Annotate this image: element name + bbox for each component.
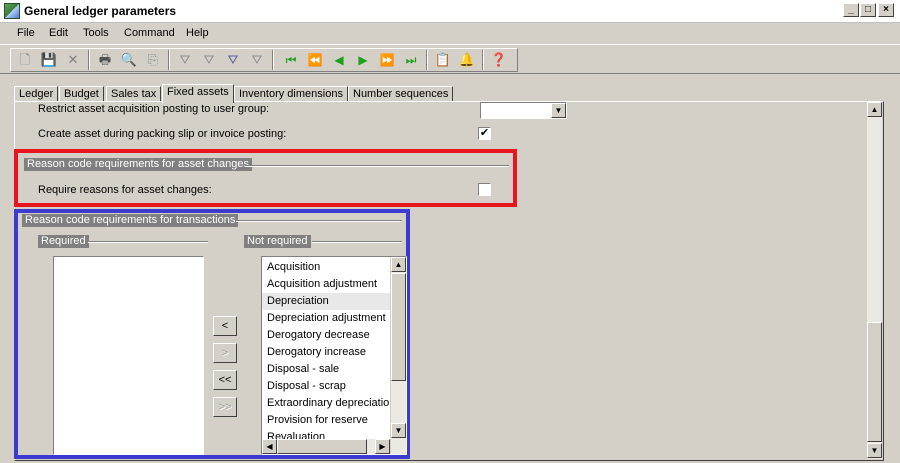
previous-page-icon[interactable]: ⏪ — [306, 51, 324, 69]
not-required-items: Acquisition Acquisition adjustment Depre… — [262, 259, 395, 446]
list-item[interactable]: Acquisition adjustment — [262, 276, 390, 293]
required-list-title: Required — [38, 235, 89, 248]
delete-icon[interactable]: ✕ — [64, 51, 82, 69]
menu-edit[interactable]: Edit — [49, 27, 68, 39]
toolbar-separator — [426, 50, 428, 70]
tab-inventory-dimensions[interactable]: Inventory dimensions — [234, 86, 348, 102]
minimize-button[interactable]: _ — [843, 3, 859, 17]
tab-number-sequences[interactable]: Number sequences — [348, 86, 454, 102]
alert-icon[interactable]: 🔔 — [458, 51, 476, 69]
scrollbar-thumb[interactable] — [867, 322, 882, 442]
title-bar: General ledger parameters _ □ × — [0, 0, 900, 23]
scroll-right-arrow-icon[interactable]: ▶ — [375, 439, 390, 454]
advanced-filter-icon[interactable]: ⛛ — [224, 51, 242, 69]
not-required-list-title: Not required — [244, 235, 311, 248]
menu-bar: File Edit Tools Command Help — [0, 23, 900, 43]
menu-help[interactable]: Help — [186, 27, 209, 39]
last-record-icon[interactable]: ⏭ — [402, 51, 420, 69]
list-item[interactable]: Disposal - sale — [262, 361, 390, 378]
move-all-right-button[interactable]: >> — [213, 397, 237, 417]
asset-changes-group-title: Reason code requirements for asset chang… — [24, 158, 252, 171]
require-reasons-label: Require reasons for asset changes: — [38, 184, 212, 196]
main-vertical-scrollbar[interactable]: ▲ ▼ — [866, 102, 882, 459]
toolbar: 🗋 💾 ✕ 🖶 🔍 ⎘ ⛛ ⛛ ⛛ ⛛ ⏮ ⏪ ◀ ▶ ⏩ ⏭ 📋 🔔 ❓ — [0, 44, 900, 74]
toolbar-separator — [272, 50, 274, 70]
chevron-down-icon[interactable]: ▼ — [551, 103, 566, 118]
scrollbar-thumb[interactable] — [391, 273, 406, 381]
toolbar-separator — [88, 50, 90, 70]
scrollbar-thumb[interactable] — [277, 439, 367, 454]
transactions-group-title: Reason code requirements for transaction… — [22, 214, 239, 227]
scroll-up-arrow-icon[interactable]: ▲ — [391, 257, 406, 272]
required-listbox[interactable] — [53, 256, 204, 455]
print-preview-icon[interactable]: 🔍 — [120, 51, 138, 69]
previous-record-icon[interactable]: ◀ — [330, 51, 348, 69]
group-divider — [312, 241, 402, 243]
menu-tools[interactable]: Tools — [83, 27, 109, 39]
list-item[interactable]: Disposal - scrap — [262, 378, 390, 395]
group-divider — [236, 220, 402, 222]
menu-file[interactable]: File — [17, 27, 35, 39]
scroll-down-arrow-icon[interactable]: ▼ — [391, 423, 406, 438]
list-item[interactable]: Extraordinary depreciation — [262, 395, 395, 412]
list-item[interactable]: Acquisition — [262, 259, 390, 276]
toolbar-separator — [168, 50, 170, 70]
tab-budget[interactable]: Budget — [59, 86, 104, 102]
save-icon[interactable]: 💾 — [40, 51, 58, 69]
remove-filter-icon[interactable]: ⛛ — [248, 51, 266, 69]
tab-strip: Ledger Budget Sales tax Fixed assets Inv… — [14, 84, 884, 103]
create-asset-label: Create asset during packing slip or invo… — [38, 128, 287, 140]
list-item[interactable]: Derogatory decrease — [262, 327, 390, 344]
scroll-up-arrow-icon[interactable]: ▲ — [867, 102, 882, 117]
window-title: General ledger parameters — [24, 4, 177, 18]
filter-by-grid-icon[interactable]: ⛛ — [200, 51, 218, 69]
list-item[interactable]: Derogatory increase — [262, 344, 390, 361]
list-item[interactable]: Depreciation adjustment — [262, 310, 390, 327]
tab-fixed-assets[interactable]: Fixed assets — [162, 84, 234, 103]
first-record-icon[interactable]: ⏮ — [282, 51, 300, 69]
list-vertical-scrollbar[interactable]: ▲ ▼ — [390, 257, 406, 454]
toolbar-separator — [482, 50, 484, 70]
print-icon[interactable]: 🖶 — [96, 51, 114, 69]
maximize-button[interactable]: □ — [860, 3, 876, 17]
new-icon[interactable]: 🗋 — [16, 51, 34, 69]
app-icon — [4, 3, 20, 19]
menu-command[interactable]: Command — [124, 27, 175, 39]
require-reasons-checkbox[interactable] — [478, 183, 491, 196]
create-asset-checkbox[interactable]: ✔ — [478, 127, 491, 140]
tab-sales-tax[interactable]: Sales tax — [106, 86, 162, 102]
group-divider — [88, 241, 208, 243]
move-all-left-button[interactable]: << — [213, 370, 237, 390]
restrict-posting-label: Restrict asset acquisition posting to us… — [38, 103, 270, 115]
document-handling-icon[interactable]: 📋 — [434, 51, 452, 69]
not-required-listbox[interactable]: Acquisition Acquisition adjustment Depre… — [261, 256, 407, 455]
next-record-icon[interactable]: ▶ — [354, 51, 372, 69]
move-left-button[interactable]: < — [213, 316, 237, 336]
scroll-left-arrow-icon[interactable]: ◀ — [262, 439, 277, 454]
list-horizontal-scrollbar[interactable]: ◀ ▶ — [262, 439, 390, 454]
close-button[interactable]: × — [878, 3, 894, 17]
group-divider — [245, 165, 509, 167]
move-right-button[interactable]: > — [213, 343, 237, 363]
next-page-icon[interactable]: ⏩ — [378, 51, 396, 69]
tab-ledger[interactable]: Ledger — [14, 86, 59, 102]
scroll-down-arrow-icon[interactable]: ▼ — [867, 443, 882, 458]
list-item[interactable]: Depreciation — [262, 293, 390, 310]
user-group-combobox[interactable]: ▼ — [480, 102, 567, 119]
filter-by-selection-icon[interactable]: ⛛ — [176, 51, 194, 69]
export-icon[interactable]: ⎘ — [144, 51, 162, 69]
list-item[interactable]: Provision for reserve — [262, 412, 390, 429]
help-icon[interactable]: ❓ — [490, 51, 508, 69]
